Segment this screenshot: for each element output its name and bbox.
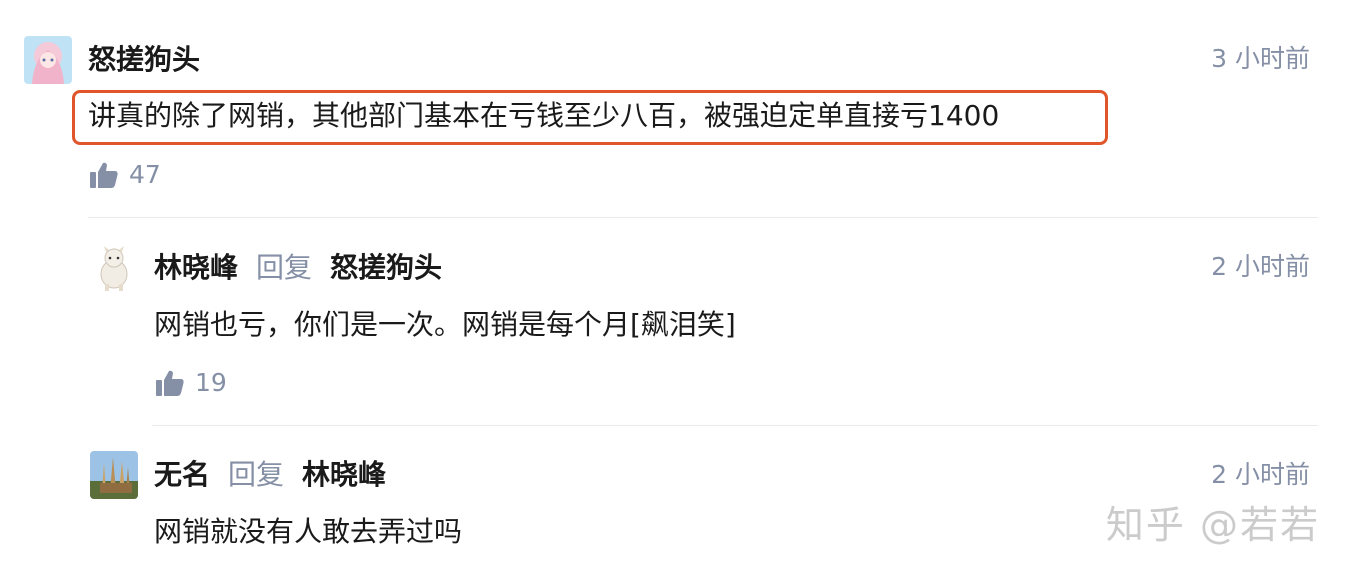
like-count: 47	[129, 160, 161, 189]
reply-label: 回复	[256, 251, 313, 284]
comment-content: 网销也亏，你们是一次。网销是每个月[飙泪笑]	[154, 308, 736, 341]
like-button[interactable]: 47	[89, 160, 161, 190]
reply-target[interactable]: 林晓峰	[302, 458, 386, 492]
watermark: 知乎 @若若	[1105, 503, 1320, 547]
avatar[interactable]	[90, 244, 138, 292]
comment-time: 3 小时前	[1211, 44, 1310, 73]
divider	[88, 217, 1318, 218]
comment-time: 2 小时前	[1211, 252, 1310, 281]
comment-content: 网销就没有人敢去弄过吗	[154, 515, 463, 548]
like-count: 19	[195, 368, 227, 397]
thumbs-up-icon	[156, 370, 184, 396]
thumbs-up-icon	[90, 162, 118, 188]
avatar[interactable]	[24, 36, 72, 84]
reply-target[interactable]: 怒搓狗头	[330, 251, 442, 285]
comment-author[interactable]: 无名	[154, 458, 210, 492]
comment-author[interactable]: 怒搓狗头	[88, 43, 200, 77]
divider	[152, 425, 1318, 426]
comment-content: 讲真的除了网销，其他部门基本在亏钱至少八百，被强迫定单直接亏1400	[88, 99, 1000, 132]
reply-label: 回复	[228, 458, 285, 491]
avatar[interactable]	[90, 451, 138, 499]
comment-author[interactable]: 林晓峰	[154, 251, 238, 285]
like-button[interactable]: 19	[155, 368, 227, 398]
comment-time: 2 小时前	[1211, 460, 1310, 489]
